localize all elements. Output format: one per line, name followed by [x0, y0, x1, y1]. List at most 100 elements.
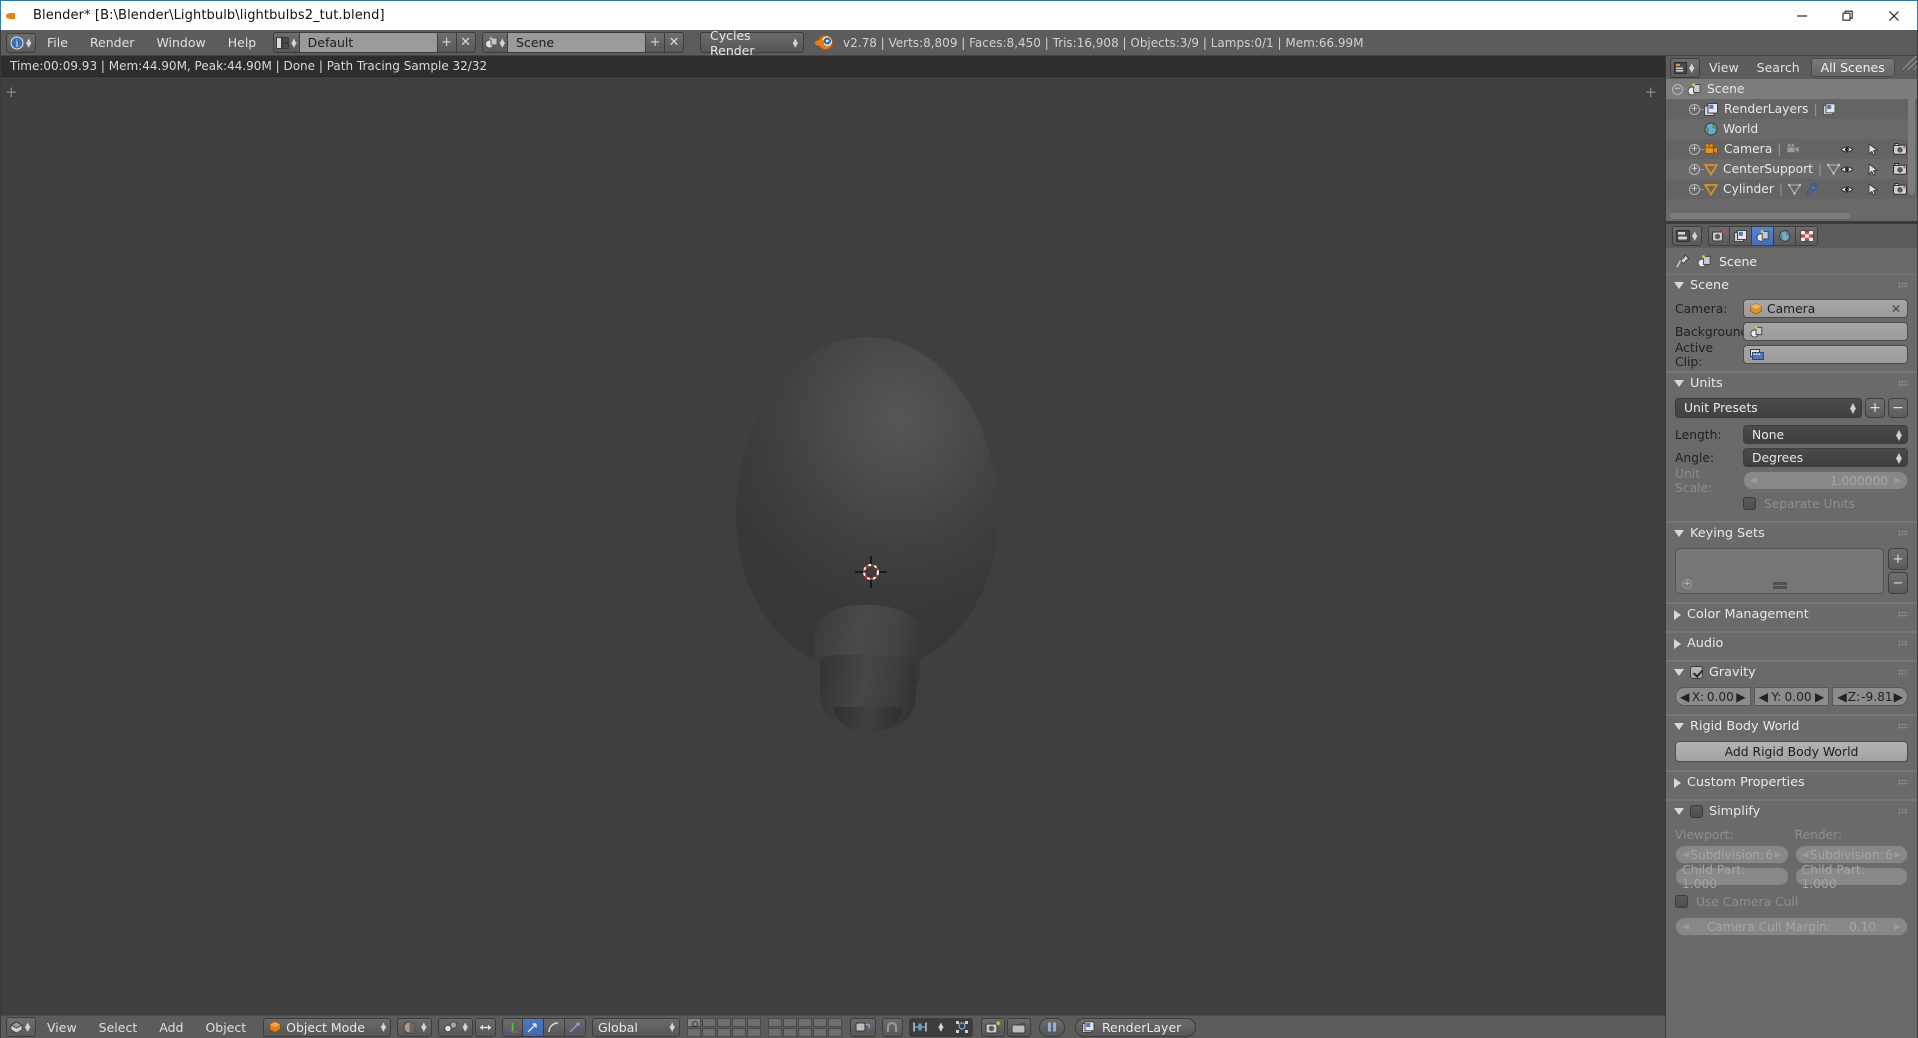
manipulator-enable-toggle[interactable] [501, 1017, 523, 1037]
tab-texture[interactable] [1796, 226, 1818, 246]
panel-header-rigid-body-world[interactable]: Rigid Body World [1666, 715, 1917, 737]
scene-name[interactable]: Scene [508, 32, 647, 53]
close-button[interactable] [1871, 1, 1917, 30]
interaction-mode-dropdown[interactable]: Object Mode ▲ ▼ [263, 1017, 392, 1037]
active-render-layer-field[interactable]: RenderLayer [1074, 1017, 1197, 1037]
outliner-data-renderlayers-icon[interactable] [1822, 103, 1837, 115]
separate-units-checkbox[interactable] [1743, 497, 1756, 510]
layer-cell[interactable] [731, 1027, 746, 1037]
restrict-select-cursor-icon[interactable] [1868, 162, 1879, 176]
gravity-x-field[interactable]: ◀ X: 0.00 ▶ [1675, 687, 1751, 706]
scene-layers-grid-right[interactable] [767, 1017, 842, 1037]
restore-button[interactable] [1825, 1, 1871, 30]
panel-header-audio[interactable]: Audio [1666, 632, 1917, 654]
outliner-row-renderlayers[interactable]: + RenderLayers | [1666, 99, 1917, 119]
layer-cell[interactable] [746, 1017, 761, 1027]
opengl-render-image-button[interactable] [980, 1017, 1005, 1037]
panel-header-color-management[interactable]: Color Management [1666, 603, 1917, 625]
viewport-shading-dropdown[interactable]: ▲ ▼ [397, 1017, 432, 1037]
arrow-left-icon[interactable]: ◀ [1680, 690, 1689, 704]
layer-cell[interactable] [782, 1027, 797, 1037]
arrow-right-icon[interactable]: ▶ [1894, 476, 1901, 486]
camera-cull-margin-field[interactable]: ◀ Camera Cull Margin: 0.10 ▶ [1675, 917, 1908, 936]
restrict-render-camera-icon[interactable] [1893, 183, 1907, 195]
editor-type-selector-info[interactable]: i ▲ ▼ [6, 32, 36, 53]
snap-element-dropdown[interactable] [908, 1017, 931, 1037]
tab-render-layers[interactable] [1730, 226, 1752, 246]
layer-cell[interactable] [827, 1027, 842, 1037]
restrict-view-eye-icon[interactable] [1840, 184, 1854, 195]
pause-preview-render-toggle[interactable] [1038, 1017, 1065, 1037]
outliner-expand-toggle[interactable]: + [1689, 183, 1700, 195]
unit-scale-slider[interactable]: ◀ 1.000000 ▶ [1743, 471, 1908, 490]
scene-layers-grid-left[interactable] [686, 1017, 761, 1037]
layer-cell[interactable] [827, 1017, 842, 1027]
add-unit-preset-button[interactable]: + [1865, 398, 1885, 418]
proportional-edit-dropdown[interactable] [881, 1017, 903, 1037]
outliner-data-camera-icon[interactable] [1786, 143, 1801, 155]
restrict-view-eye-icon[interactable] [1840, 144, 1854, 155]
menu-window[interactable]: Window [145, 30, 216, 56]
arrow-left-icon[interactable]: ◀ [1682, 850, 1689, 860]
panel-header-scene[interactable]: Scene [1666, 274, 1917, 296]
length-unit-dropdown[interactable]: None ▲ ▼ [1743, 425, 1908, 444]
outliner-row-scene[interactable]: − Scene [1666, 79, 1917, 99]
use-camera-cull-checkbox[interactable] [1675, 895, 1688, 908]
arrow-right-icon[interactable]: ▶ [1815, 690, 1824, 704]
arrow-left-icon[interactable]: ◀ [1682, 922, 1689, 932]
outliner-data-mesh-icon[interactable] [1788, 183, 1802, 195]
pin-icon[interactable] [1676, 254, 1690, 268]
clear-camera-icon[interactable]: ✕ [1891, 302, 1901, 316]
viewport-menu-select[interactable]: Select [88, 1016, 149, 1038]
field-camera[interactable]: Camera ✕ [1743, 299, 1908, 318]
pivot-point-dropdown[interactable]: ▲ ▼ [437, 1017, 473, 1037]
list-expand-icon[interactable]: + [1682, 579, 1692, 589]
keying-sets-list[interactable]: + [1675, 548, 1884, 594]
outliner-menu-view[interactable]: View [1700, 60, 1748, 75]
3d-viewport[interactable]: + + z x (219) [1, 77, 1665, 1015]
render-engine-dropdown[interactable]: Cycles Render ▲ ▼ [700, 28, 805, 58]
simplify-enable-checkbox[interactable] [1690, 805, 1703, 818]
layer-cell[interactable] [686, 1027, 701, 1037]
outliner-editor[interactable]: ▲ ▼ View Search All Scenes − Scene + RenderL… [1666, 56, 1917, 221]
angle-unit-dropdown[interactable]: Degrees ▲ ▼ [1743, 448, 1908, 467]
outliner-expand-toggle[interactable]: − [1672, 83, 1683, 95]
layer-cell[interactable] [812, 1027, 827, 1037]
add-keying-set-button[interactable]: + [1888, 548, 1908, 570]
editor-type-selector-outliner[interactable]: ▲ ▼ [1670, 57, 1700, 78]
menu-help[interactable]: Help [217, 30, 268, 56]
layer-cell[interactable] [767, 1027, 782, 1037]
panel-header-units[interactable]: Units [1666, 372, 1917, 394]
snap-dropdown-arrow[interactable]: ▲ ▼ [930, 1017, 952, 1037]
outliner-data-mesh-icon[interactable] [1827, 163, 1841, 175]
editor-type-selector-3dview[interactable]: ▲ ▼ [6, 1017, 36, 1037]
outliner-menu-search[interactable]: Search [1748, 60, 1809, 75]
screen-layout-icon-button[interactable]: ▲ ▼ [273, 32, 300, 53]
field-active-clip[interactable] [1743, 345, 1908, 364]
panel-header-keying-sets[interactable]: Keying Sets [1666, 522, 1917, 544]
add-rigid-body-world-button[interactable]: Add Rigid Body World [1675, 741, 1908, 762]
outliner-row-world[interactable]: World [1666, 119, 1917, 139]
modifier-wrench-icon[interactable] [1805, 183, 1818, 195]
minimize-button[interactable] [1779, 1, 1825, 30]
render-subdivision-field[interactable]: ◀ Subdivision: 6 ▶ [1794, 845, 1908, 864]
add-scene-button[interactable]: + [646, 32, 666, 53]
restrict-render-camera-icon[interactable] [1893, 143, 1907, 155]
tab-world[interactable] [1774, 226, 1796, 246]
menu-render[interactable]: Render [79, 30, 146, 56]
delete-screen-layout-button[interactable]: ✕ [456, 32, 476, 53]
outliner-row-cylinder[interactable]: + Cylinder | [1666, 179, 1917, 199]
arrow-left-icon[interactable]: ◀ [1759, 690, 1768, 704]
outliner-expand-toggle[interactable]: + [1689, 143, 1700, 155]
restrict-select-cursor-icon[interactable] [1868, 142, 1879, 156]
transform-orientation-dropdown[interactable]: Global ▲ ▼ [591, 1017, 680, 1037]
screen-layout-name[interactable]: Default [299, 32, 438, 53]
viewport-menu-object[interactable]: Object [194, 1016, 257, 1038]
outliner-vertical-scrollbar[interactable] [1908, 83, 1915, 195]
arrow-right-icon[interactable]: ▶ [1894, 690, 1903, 704]
arrow-right-icon[interactable]: ▶ [1894, 850, 1901, 860]
remove-unit-preset-button[interactable]: − [1888, 398, 1908, 418]
scene-icon-button[interactable]: ▲ ▼ [481, 32, 509, 53]
outliner-row-centersupport[interactable]: + CenterSupport | [1666, 159, 1917, 179]
render-child-particles-field[interactable]: Child Part: 1.000 [1794, 863, 1908, 891]
